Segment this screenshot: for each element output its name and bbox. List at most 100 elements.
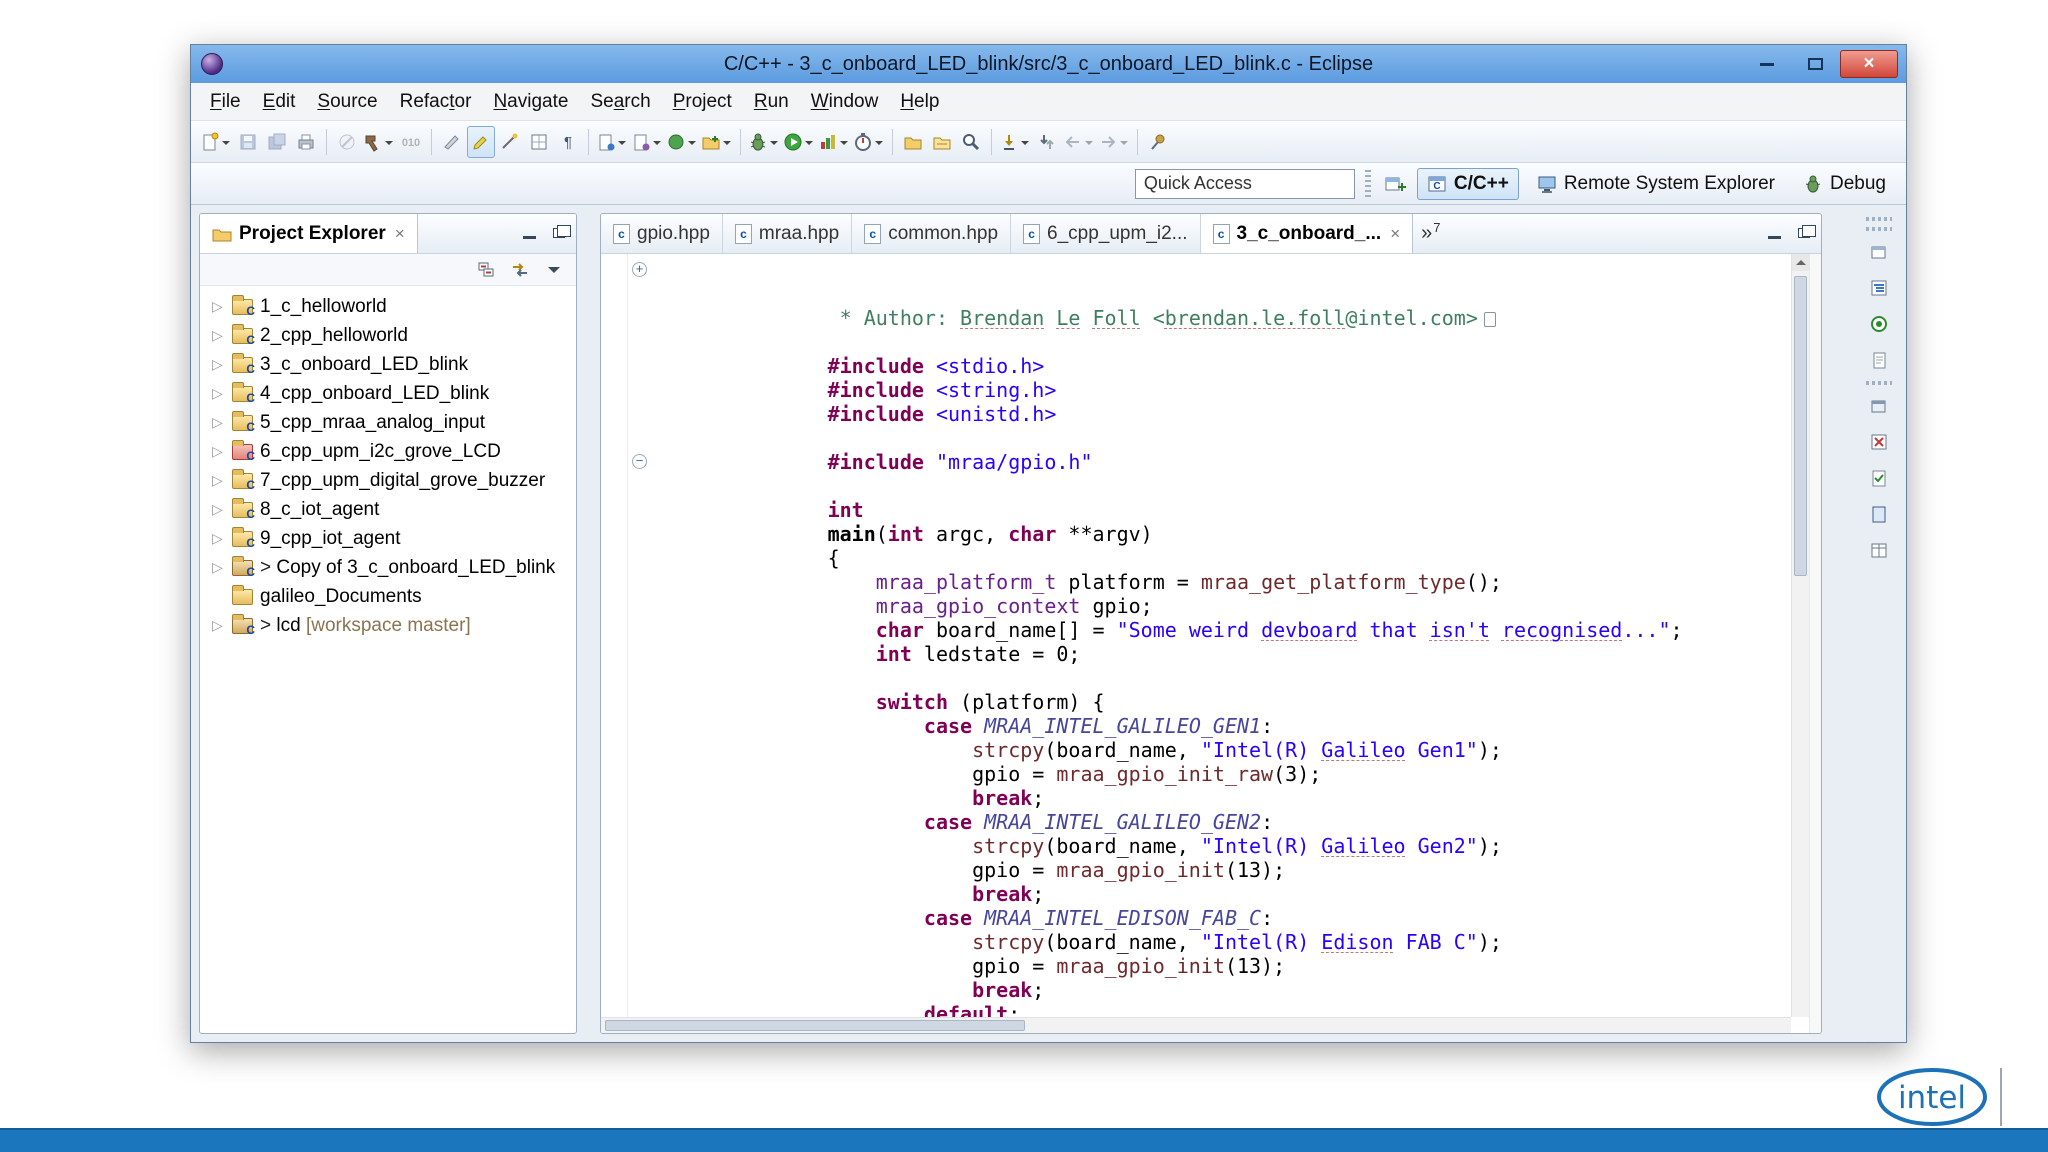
expand-arrow-icon[interactable] <box>212 327 232 344</box>
code-editor[interactable]: * Author: Brendan Le Foll <brendan.le.fo… <box>601 254 1791 1017</box>
content-assist-button[interactable] <box>496 126 524 158</box>
toggle-mark-occurrences-button[interactable] <box>467 126 495 158</box>
menu-item[interactable]: Edit <box>252 88 307 116</box>
show-whitespace-button[interactable]: ¶ <box>554 126 582 158</box>
minimize-editor-button[interactable] <box>1763 222 1785 244</box>
console-view-button[interactable] <box>1862 499 1896 529</box>
new-class-button[interactable] <box>665 126 699 158</box>
expand-arrow-icon[interactable] <box>212 443 232 460</box>
build-all-button[interactable] <box>362 126 396 158</box>
skip-all-breakpoints-button[interactable] <box>333 126 361 158</box>
close-tab-icon[interactable]: × <box>1390 224 1400 244</box>
perspective-rse[interactable]: Remote System Explorer <box>1527 168 1785 200</box>
menu-item[interactable]: Window <box>800 88 890 116</box>
properties-view-button[interactable] <box>1862 535 1896 565</box>
bookmarks-view-button[interactable] <box>1862 391 1896 421</box>
maximize-button[interactable] <box>1792 50 1838 78</box>
run-button[interactable] <box>782 126 816 158</box>
tree-item[interactable]: 5_cpp_mraa_analog_input <box>200 408 576 437</box>
pin-editor-button[interactable] <box>1144 126 1172 158</box>
maximize-editor-button[interactable] <box>1793 222 1815 244</box>
forward-history-button[interactable] <box>1097 126 1131 158</box>
editor-tab[interactable]: c 3_c_onboard_... × <box>1201 214 1414 253</box>
toggle-annotations-button[interactable] <box>1033 126 1061 158</box>
close-button[interactable]: × <box>1840 50 1898 78</box>
save-button[interactable] <box>234 126 262 158</box>
editor-tab[interactable]: c 6_cpp_upm_i2... <box>1011 214 1201 253</box>
minimize-view-button[interactable] <box>518 222 540 244</box>
cut-tool-button[interactable] <box>438 126 466 158</box>
build-binary-button[interactable]: 010 <box>397 126 425 158</box>
link-with-editor-button[interactable] <box>506 257 534 283</box>
last-edit-location-button[interactable] <box>998 126 1032 158</box>
vertical-scrollbar-thumb[interactable] <box>1794 276 1807 576</box>
vertical-scrollbar[interactable] <box>1791 254 1809 1017</box>
horizontal-scrollbar-thumb[interactable] <box>605 1020 1025 1031</box>
back-history-button[interactable] <box>1062 126 1096 158</box>
profile-button[interactable] <box>852 126 886 158</box>
new-project-button[interactable] <box>700 126 734 158</box>
menu-item[interactable]: Source <box>306 88 388 116</box>
expand-arrow-icon[interactable] <box>212 414 232 431</box>
restore-pane-button[interactable] <box>1862 237 1896 267</box>
tree-item[interactable]: 6_cpp_upm_i2c_grove_LCD <box>200 437 576 466</box>
tree-item[interactable]: galileo_Documents <box>200 582 576 611</box>
new-wizard-button[interactable] <box>199 126 233 158</box>
search-button[interactable] <box>957 126 985 158</box>
tab-overflow-button[interactable]: » 7 <box>1413 214 1448 253</box>
title-bar[interactable]: C/C++ - 3_c_onboard_LED_blink/src/3_c_on… <box>191 45 1906 83</box>
expand-arrow-icon[interactable] <box>212 356 232 373</box>
tree-item[interactable]: 8_c_iot_agent <box>200 495 576 524</box>
notes-view-button[interactable] <box>1862 345 1896 375</box>
tree-item[interactable]: 1_c_helloworld <box>200 292 576 321</box>
expand-arrow-icon[interactable] <box>212 298 232 315</box>
overview-ruler[interactable] <box>1809 254 1821 1033</box>
window-grid-button[interactable] <box>525 126 553 158</box>
status-indicator-button[interactable] <box>1862 309 1896 339</box>
minimize-button[interactable] <box>1744 50 1790 78</box>
open-resource-button[interactable] <box>928 126 956 158</box>
expand-arrow-icon[interactable] <box>212 530 232 547</box>
scroll-up-arrow-icon[interactable] <box>1792 254 1809 271</box>
menu-item[interactable]: Help <box>889 88 950 116</box>
tree-item[interactable]: 4_cpp_onboard_LED_blink <box>200 379 576 408</box>
tree-item[interactable]: 9_cpp_iot_agent <box>200 524 576 553</box>
tree-item[interactable]: 3_c_onboard_LED_blink <box>200 350 576 379</box>
quick-access-input[interactable] <box>1135 169 1355 199</box>
collapse-all-button[interactable] <box>472 257 500 283</box>
open-perspective-button[interactable] <box>1381 168 1409 200</box>
expand-arrow-icon[interactable] <box>212 501 232 518</box>
close-view-icon[interactable]: × <box>395 224 405 244</box>
editor-tab[interactable]: c common.hpp <box>852 214 1011 253</box>
perspective-debug[interactable]: Debug <box>1793 168 1896 200</box>
debug-button[interactable] <box>747 126 781 158</box>
tasks-view-button[interactable] <box>1862 463 1896 493</box>
editor-tab[interactable]: c mraa.hpp <box>723 214 852 253</box>
outline-view-button[interactable] <box>1862 273 1896 303</box>
new-source-file-button[interactable] <box>595 126 629 158</box>
new-header-file-button[interactable] <box>630 126 664 158</box>
expand-arrow-icon[interactable] <box>212 559 232 576</box>
menu-item[interactable]: File <box>199 88 252 116</box>
save-all-button[interactable] <box>263 126 291 158</box>
horizontal-scrollbar[interactable] <box>601 1017 1791 1033</box>
maximize-view-button[interactable] <box>548 222 570 244</box>
fold-marker-icon[interactable] <box>632 454 647 469</box>
project-explorer-tab[interactable]: Project Explorer × <box>200 214 418 253</box>
expand-arrow-icon[interactable] <box>212 617 232 634</box>
menu-item[interactable]: Project <box>662 88 743 116</box>
tree-item[interactable]: > Copy of 3_c_onboard_LED_blink <box>200 553 576 582</box>
print-button[interactable] <box>292 126 320 158</box>
menu-item[interactable]: Run <box>743 88 800 116</box>
menu-item[interactable]: Search <box>579 88 661 116</box>
open-type-button[interactable] <box>899 126 927 158</box>
view-menu-button[interactable] <box>540 257 568 283</box>
problems-view-button[interactable] <box>1862 427 1896 457</box>
tree-item[interactable]: 2_cpp_helloworld <box>200 321 576 350</box>
expand-arrow-icon[interactable] <box>212 385 232 402</box>
menu-item[interactable]: Refactor <box>389 88 483 116</box>
expand-arrow-icon[interactable] <box>212 472 232 489</box>
tree-item[interactable]: 7_cpp_upm_digital_grove_buzzer <box>200 466 576 495</box>
tree-item[interactable]: > lcd [workspace master] <box>200 611 576 640</box>
menu-item[interactable]: Navigate <box>482 88 579 116</box>
